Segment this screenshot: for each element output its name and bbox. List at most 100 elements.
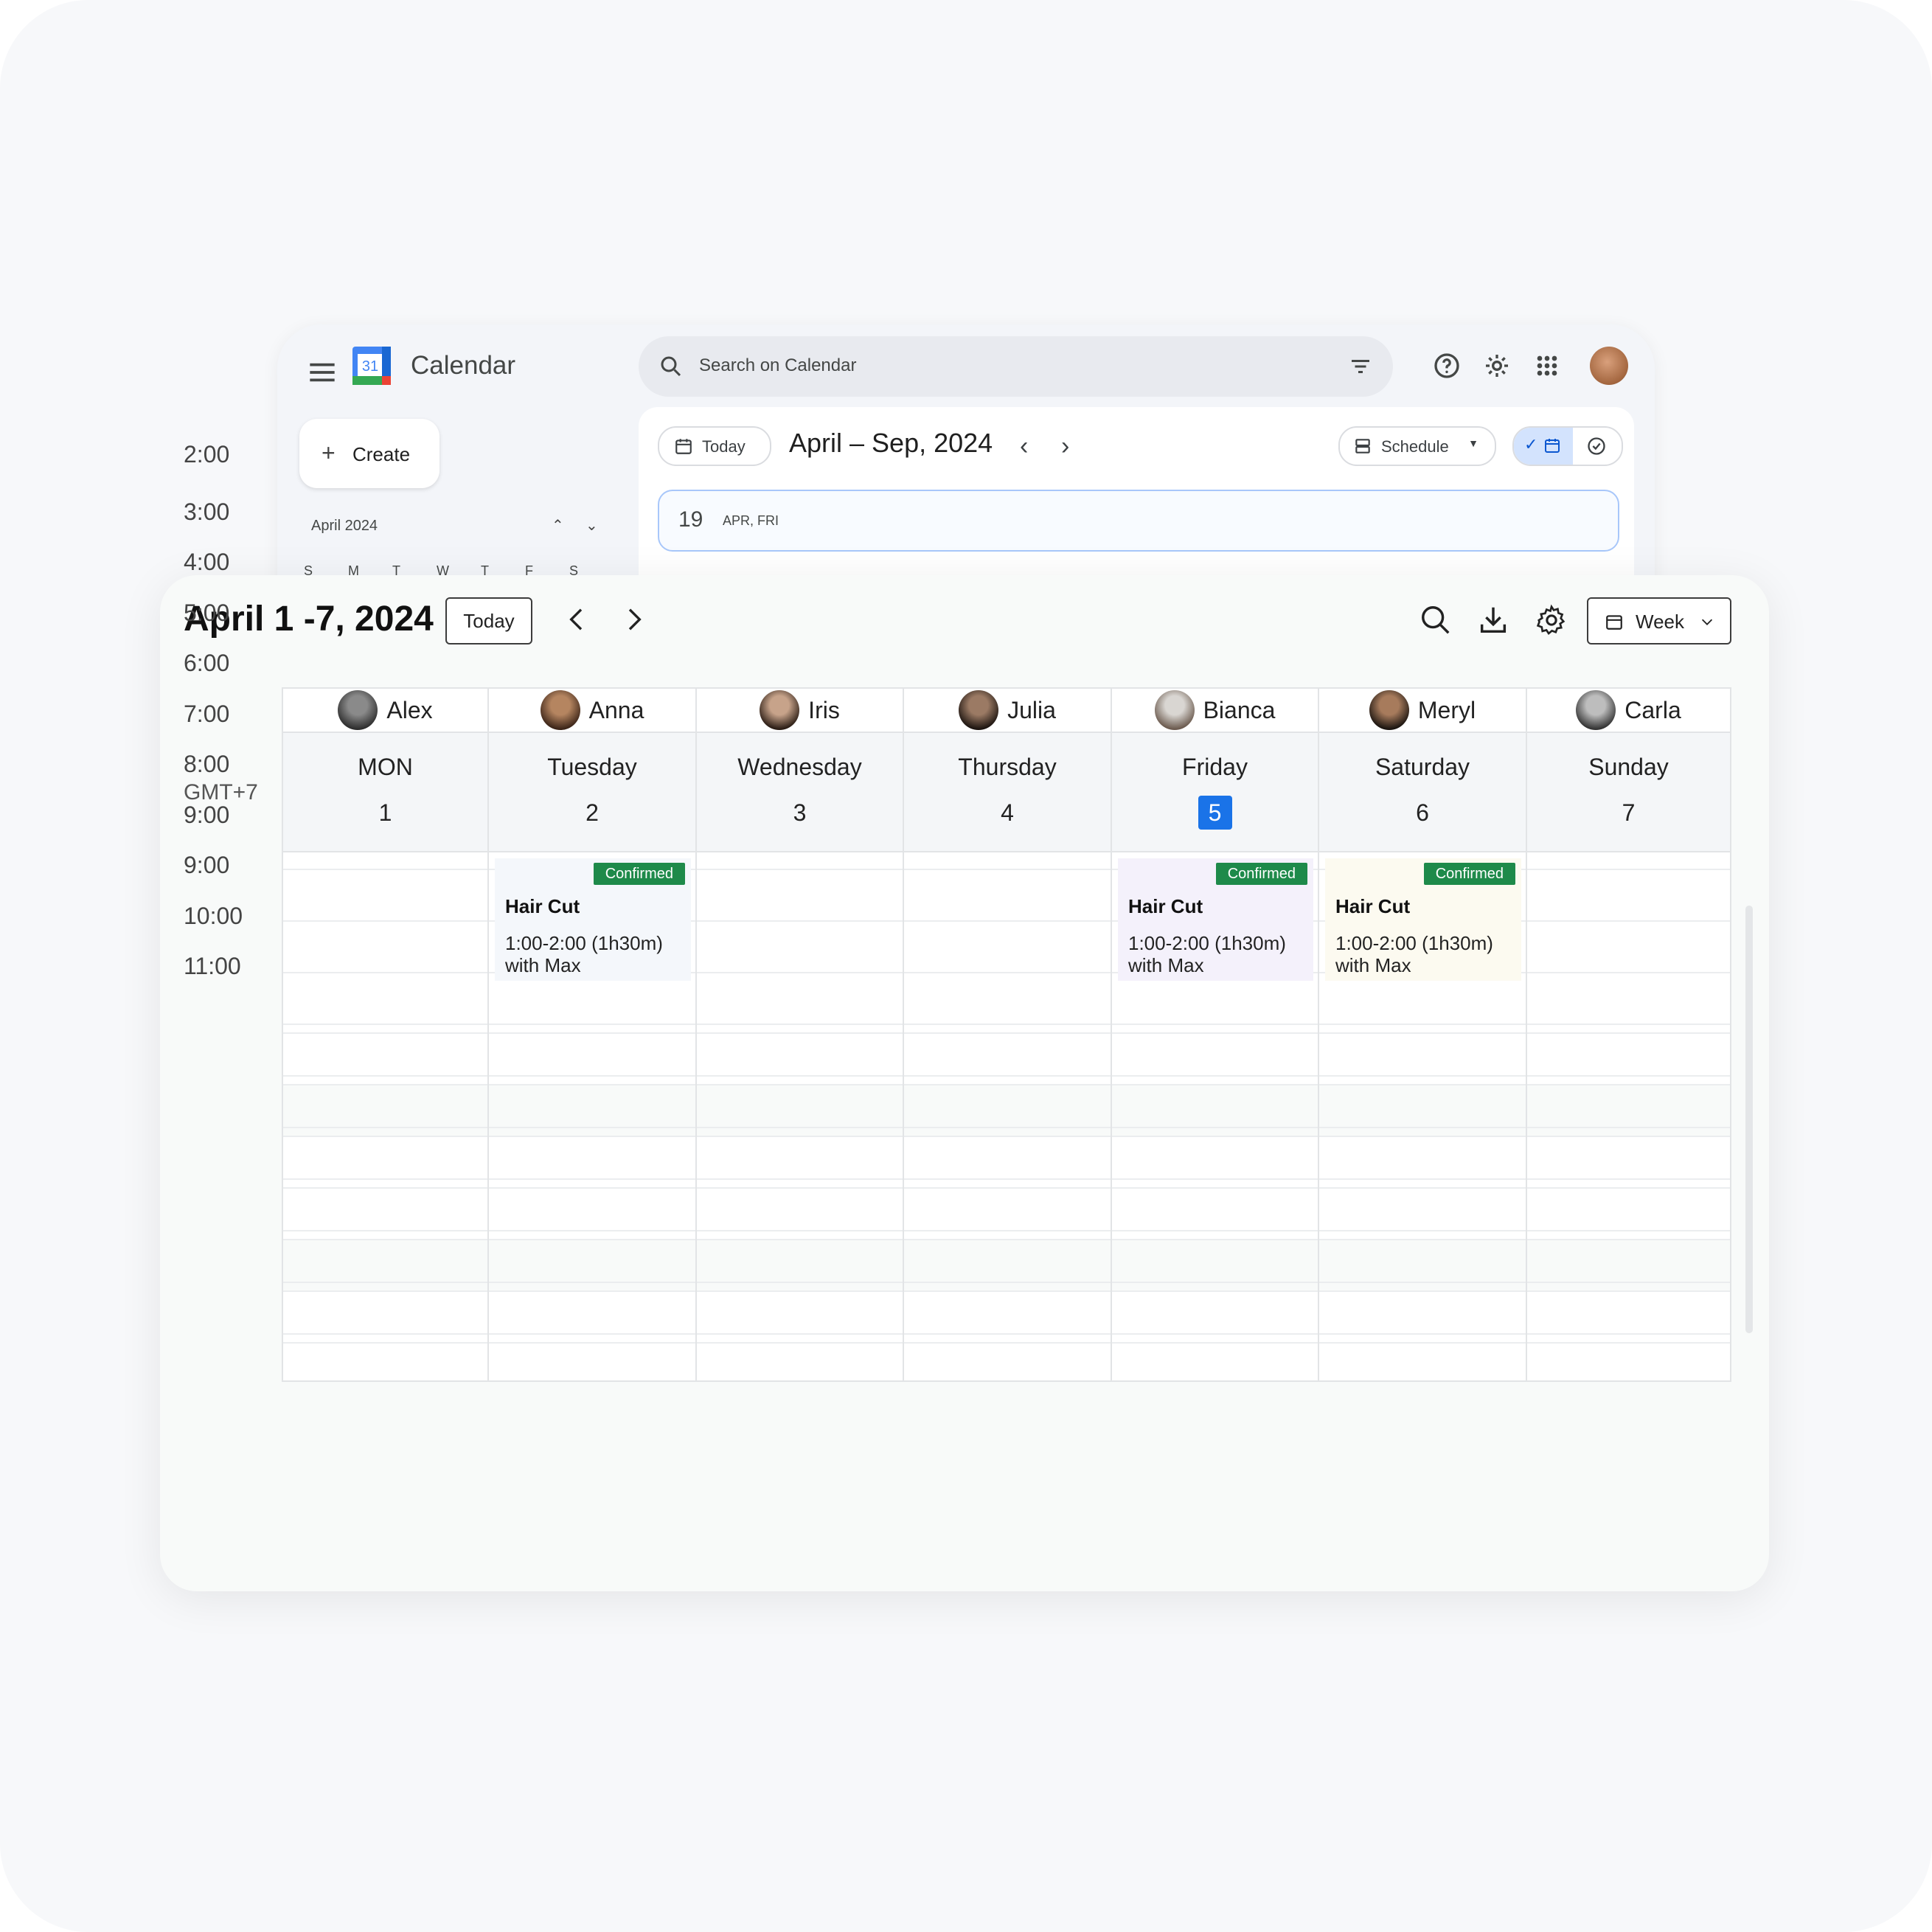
schedule-date-row[interactable]: 19 APR, FRI	[658, 490, 1619, 552]
staff-header[interactable]: Iris	[697, 689, 903, 733]
staff-header-content: Iris	[697, 689, 903, 733]
day-column[interactable]: Bianca Friday 5	[1112, 689, 1319, 1380]
staff-name: Alex	[386, 696, 433, 723]
time-label: 2:00	[184, 441, 230, 468]
chevron-right-icon[interactable]	[619, 605, 648, 634]
day-header[interactable]: Wednesday 3	[697, 733, 903, 852]
staff-avatar	[1154, 690, 1195, 730]
day-header[interactable]: Tuesday 2	[489, 733, 695, 852]
chevron-left-icon[interactable]	[563, 605, 592, 634]
day-number-text: 6	[1416, 799, 1429, 826]
week-view-window: April 1 -7, 2024 Today Week GMT+7 2:00 3:…	[160, 441, 1769, 1591]
schedule-weekday: APR, FRI	[723, 513, 779, 528]
app-title: Calendar	[411, 351, 516, 380]
day-column[interactable]: Julia Thursday 4	[904, 689, 1112, 1380]
day-column[interactable]: Iris Wednesday 3	[697, 689, 904, 1380]
apps-grid-icon[interactable]	[1532, 351, 1562, 381]
appointment-title: Hair Cut	[505, 895, 580, 917]
staff-header[interactable]: Julia	[904, 689, 1111, 733]
create-label: Create	[352, 443, 411, 465]
time-label: 10:00	[184, 903, 243, 929]
menu-icon[interactable]	[304, 354, 341, 391]
settings-icon[interactable]	[1482, 351, 1512, 381]
staff-header[interactable]: Bianca	[1112, 689, 1318, 733]
search-icon[interactable]	[1419, 603, 1453, 637]
day-column[interactable]: Carla Sunday 7	[1527, 689, 1730, 1380]
staff-name: Julia	[1007, 696, 1056, 723]
calendar-toggle-selected[interactable]: ✓	[1514, 428, 1573, 465]
week-grid: Alex MON 1 Anna Tuesday 2 Iris Wednesday 3 Julia T…	[282, 687, 1731, 1382]
staff-name: Anna	[588, 696, 644, 723]
chevron-right-icon[interactable]: ›	[1061, 432, 1069, 461]
day-header[interactable]: Thursday 4	[904, 733, 1111, 852]
task-check-icon	[1588, 437, 1605, 455]
time-label: 3:00	[184, 498, 230, 525]
chevron-left-icon[interactable]: ‹	[1020, 432, 1028, 461]
staff-avatar	[1369, 690, 1409, 730]
today-button[interactable]: Today	[445, 597, 532, 644]
staff-avatar	[1576, 690, 1616, 730]
time-label: 4:00	[184, 549, 230, 575]
vertical-scrollbar[interactable]	[1745, 906, 1753, 1333]
create-button[interactable]: + Create	[299, 419, 439, 488]
day-name: Thursday	[958, 754, 1057, 780]
status-badge: Confirmed	[1423, 863, 1515, 885]
day-name: Wednesday	[737, 754, 862, 780]
calendar-logo-icon: 31	[352, 347, 391, 385]
chevron-down-icon[interactable]: ⌄	[585, 516, 598, 535]
day-column[interactable]: Alex MON 1	[283, 689, 489, 1380]
check-icon: ✓	[1524, 435, 1538, 454]
appointment-title: Hair Cut	[1335, 895, 1411, 917]
search-bar[interactable]: Search on Calendar	[639, 336, 1393, 397]
staff-name: Iris	[808, 696, 840, 723]
time-label: 6:00	[184, 650, 230, 676]
day-number: 2	[489, 799, 695, 827]
back-today-button[interactable]: Today	[658, 426, 771, 466]
day-name: MON	[358, 754, 413, 780]
time-label: 8:00	[184, 751, 230, 777]
day-header[interactable]: Friday 5	[1112, 733, 1318, 852]
staff-header[interactable]: Carla	[1527, 689, 1730, 733]
appointment-time: 1:00-2:00 (1h30m)	[505, 932, 663, 954]
day-header[interactable]: MON 1	[283, 733, 487, 852]
day-number-text: 2	[585, 799, 599, 826]
day-name: Tuesday	[547, 754, 637, 780]
day-column[interactable]: Meryl Saturday 6	[1319, 689, 1527, 1380]
day-header[interactable]: Saturday 6	[1319, 733, 1526, 852]
filter-icon[interactable]	[1347, 353, 1374, 380]
day-column[interactable]: Anna Tuesday 2	[489, 689, 697, 1380]
day-number-text: 1	[378, 799, 392, 826]
status-badge: Confirmed	[1215, 863, 1307, 885]
day-name: Sunday	[1588, 754, 1669, 780]
settings-icon[interactable]	[1535, 603, 1568, 637]
staff-header[interactable]: Anna	[489, 689, 695, 733]
day-name: Saturday	[1375, 754, 1470, 780]
appointment-card[interactable]: Confirmed Hair Cut 1:00-2:00 (1h30m) with M…	[1325, 858, 1521, 981]
view-dropdown[interactable]: Schedule ▼	[1338, 426, 1496, 466]
appointment-card[interactable]: Confirmed Hair Cut 1:00-2:00 (1h30m) with M…	[1118, 858, 1313, 981]
appointment-card[interactable]: Confirmed Hair Cut 1:00-2:00 (1h30m) with M…	[495, 858, 691, 981]
account-avatar[interactable]	[1590, 347, 1628, 385]
time-label: 9:00	[184, 852, 230, 878]
time-label: 5:00	[184, 600, 230, 626]
staff-avatar	[760, 690, 800, 730]
day-number: 4	[904, 799, 1111, 827]
staff-name: Carla	[1625, 696, 1681, 723]
staff-header[interactable]: Alex	[283, 689, 487, 733]
help-icon[interactable]	[1432, 351, 1462, 381]
calendar-small-icon	[1545, 439, 1560, 453]
time-label: 11:00	[184, 953, 241, 979]
appointment-with: with Max	[1128, 954, 1204, 976]
chevron-up-icon[interactable]: ⌃	[552, 516, 564, 535]
calendar-tasks-toggle[interactable]: ✓	[1512, 426, 1623, 466]
download-icon[interactable]	[1476, 603, 1510, 637]
time-label: 9:00	[184, 802, 230, 828]
calendar-icon	[1606, 615, 1622, 630]
day-header[interactable]: Sunday 7	[1527, 733, 1730, 852]
staff-header[interactable]: Meryl	[1319, 689, 1526, 733]
time-label: 7:00	[184, 701, 230, 727]
chevron-down-icon	[1701, 619, 1713, 625]
day-number: 6	[1319, 799, 1526, 827]
day-number-text: 5	[1198, 796, 1232, 830]
view-select[interactable]: Week	[1587, 597, 1731, 644]
